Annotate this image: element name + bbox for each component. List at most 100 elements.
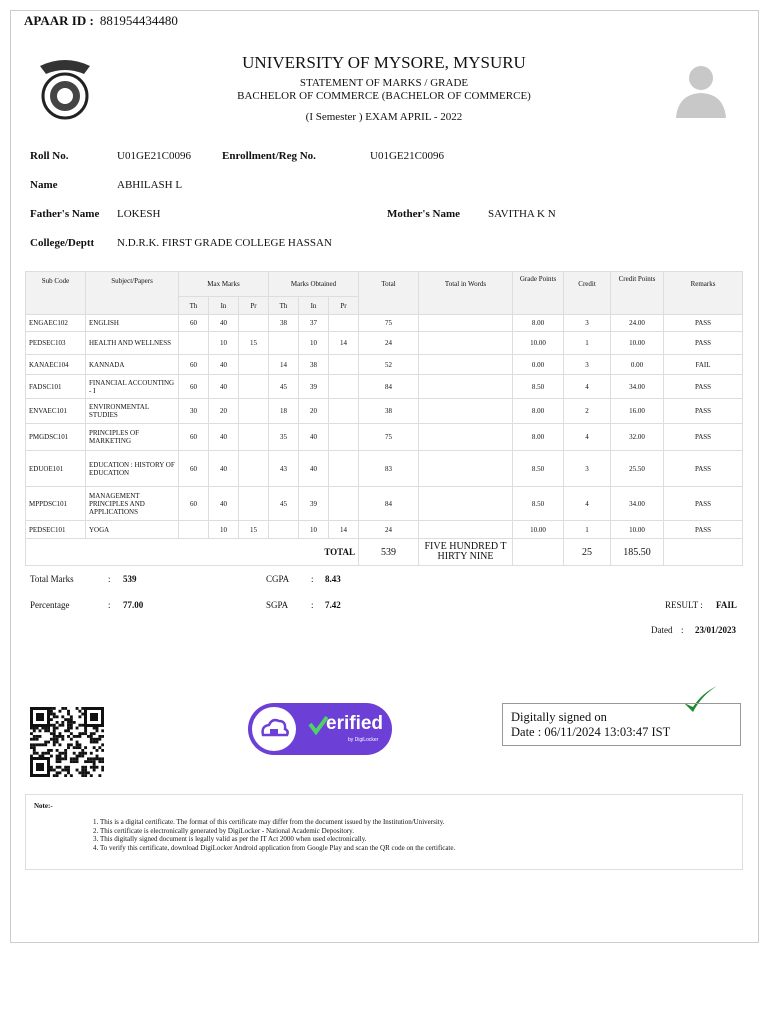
- father-label: Father's Name: [30, 208, 100, 220]
- cell-gp: 10.00: [512, 331, 565, 355]
- cell-gp: 8.00: [512, 423, 565, 451]
- cell-mpr: [238, 398, 269, 424]
- note-item: To verify this certificate, download Dig…: [100, 844, 742, 853]
- cell-min: 40: [208, 423, 239, 451]
- cell-oth: 35: [268, 423, 299, 451]
- verified-text: erified: [326, 713, 384, 734]
- cell-oth: 45: [268, 486, 299, 521]
- cell-code: PEDSEC101: [25, 520, 86, 539]
- mother-value: SAVITHA K N: [488, 208, 556, 220]
- cell-opr: [327, 354, 360, 375]
- cell-mth: 60: [178, 374, 209, 399]
- total-credit: 25: [563, 538, 612, 566]
- cell-credit: 3: [563, 354, 612, 375]
- cell-opr: [327, 374, 360, 399]
- col-total: Total: [358, 271, 420, 315]
- cell-total: 24: [358, 520, 420, 539]
- cell-remarks: PASS: [663, 450, 744, 487]
- percentage-label: Percentage: [30, 600, 70, 610]
- university-seal-logo: [40, 60, 90, 120]
- digilocker-verified-badge: erified by DigiLocker: [248, 703, 392, 755]
- cell-total: 24: [358, 331, 420, 355]
- cell-remarks: PASS: [663, 520, 744, 539]
- exam-name: (I Semester ) EXAM APRIL - 2022: [305, 111, 463, 123]
- notes-title: Note:-: [34, 802, 53, 810]
- cell-subject: HEALTH AND WELLNESS: [85, 331, 179, 355]
- program-name: BACHELOR OF COMMERCE (BACHELOR OF COMMER…: [237, 90, 531, 102]
- cell-min: 10: [208, 331, 239, 355]
- cell-code: ENGAEC102: [25, 314, 86, 332]
- col-max-marks: Max Marks: [178, 271, 269, 297]
- cell-oin: 40: [298, 450, 329, 487]
- signed-date: Date : 06/11/2024 13:03:47 IST: [511, 725, 671, 739]
- total-row: TOTAL 539 FIVE HUNDRED T HIRTY NINE 25 1…: [24, 538, 744, 566]
- cell-remarks: FAIL: [663, 354, 744, 375]
- cell-oth: 18: [268, 398, 299, 424]
- statement-title: STATEMENT OF MARKS / GRADE: [299, 77, 469, 89]
- cell-mth: 60: [178, 314, 209, 332]
- cell-mth: [178, 331, 209, 355]
- cell-total: 84: [358, 486, 420, 521]
- name-label: Name: [30, 179, 58, 191]
- cell-total: 83: [358, 450, 420, 487]
- cell-subject: EDUCATION : HISTORY OF EDUCATION: [85, 450, 179, 487]
- col-remarks: Remarks: [663, 271, 744, 315]
- total-marks-value: 539: [123, 574, 137, 584]
- dated-value: 23/01/2023: [695, 625, 737, 635]
- cell-min: 10: [208, 520, 239, 539]
- enroll-label: Enrollment/Reg No.: [222, 150, 316, 162]
- cell-oth: 43: [268, 450, 299, 487]
- colon: :: [311, 574, 314, 584]
- col-subject: Subject/Papers: [85, 271, 179, 315]
- sgpa-label: SGPA: [266, 600, 289, 610]
- cell-mpr: [238, 354, 269, 375]
- cell-cp: 34.00: [610, 374, 665, 399]
- note-item: This certificate is electronically gener…: [100, 827, 742, 836]
- apaar-value: 881954434480: [99, 13, 178, 28]
- cell-mth: 30: [178, 398, 209, 424]
- cell-gp: 8.00: [512, 314, 565, 332]
- table-row: PMGDSC101 PRINCIPLES OF MARKETING 60 40 35 40…: [25, 423, 744, 451]
- grand-total: 539: [358, 538, 420, 566]
- sgpa-value: 7.42: [325, 600, 341, 610]
- cell-opr: 14: [327, 331, 360, 355]
- cell-credit: 3: [563, 450, 612, 487]
- roll-label: Roll No.: [30, 150, 69, 162]
- cell-min: 40: [208, 374, 239, 399]
- cell-gp: 8.50: [512, 374, 565, 399]
- cell-cp: 34.00: [610, 486, 665, 521]
- notes-box: Note:- This is a digital certificate. Th…: [25, 794, 743, 870]
- cell-mth: [178, 520, 209, 539]
- name-value: ABHILASH L: [117, 179, 183, 191]
- cell-code: EDUOE101: [25, 450, 86, 487]
- cell-cp: 24.00: [610, 314, 665, 332]
- table-row: ENVAEC101 ENVIRONMENTAL STUDIES 30 20 18 20 38…: [25, 398, 744, 424]
- marks-table: Sub Code Subject/Papers Max Marks Marks …: [24, 271, 744, 566]
- father-value: LOKESH: [117, 208, 161, 220]
- cell-gp: 8.50: [512, 450, 565, 487]
- enroll-value: U01GE21C0096: [370, 150, 444, 162]
- note-item: This is a digital certificate. The forma…: [100, 818, 742, 827]
- sub-header: Pr: [327, 296, 360, 315]
- col-marks-obtained: Marks Obtained: [267, 271, 360, 297]
- cell-mpr: [238, 314, 269, 332]
- cell-mth: 60: [178, 423, 209, 451]
- cell-cp: 25.50: [610, 450, 665, 487]
- cell-words: [418, 331, 514, 355]
- cell-words: [418, 520, 514, 539]
- cell-code: ENVAEC101: [25, 398, 86, 424]
- cell-gp: 10.00: [512, 520, 565, 539]
- cell-remarks: PASS: [663, 374, 744, 399]
- digital-signature-box: Digitally signed on Date : 06/11/2024 13…: [502, 703, 741, 746]
- cell-cp: 10.00: [610, 331, 665, 355]
- cell-credit: 1: [563, 331, 612, 355]
- cell-oin: 39: [298, 374, 329, 399]
- student-photo-placeholder: [676, 66, 726, 118]
- cell-remarks: PASS: [663, 423, 744, 451]
- cell-remarks: PASS: [663, 331, 744, 355]
- cell-mpr: 15: [238, 520, 269, 539]
- total-credit-points: 185.50: [610, 538, 665, 566]
- cell-min: 20: [208, 398, 239, 424]
- table-row: PEDSEC103 HEALTH AND WELLNESS 10 15 10 14 24 10…: [25, 331, 744, 355]
- cell-mth: 60: [178, 354, 209, 375]
